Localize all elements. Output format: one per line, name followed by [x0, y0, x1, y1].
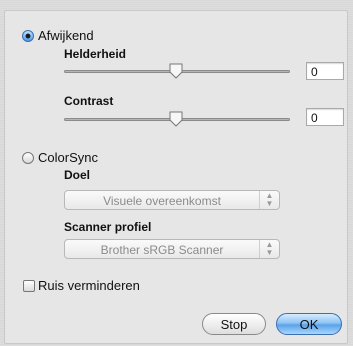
target-label: Doel	[64, 168, 91, 182]
custom-radio[interactable]	[22, 30, 34, 42]
popup-arrows-icon: ▲ ▼	[259, 191, 279, 209]
settings-panel	[4, 10, 348, 344]
popup-arrows-icon: ▲ ▼	[259, 240, 279, 258]
noise-reduction-label: Ruis verminderen	[38, 278, 140, 293]
scanner-profile-popup[interactable]: Brother sRGB Scanner ▲ ▼	[64, 239, 280, 259]
custom-radio-label: Afwijkend	[38, 28, 94, 43]
contrast-value-field[interactable]: 0	[306, 108, 344, 126]
contrast-label: Contrast	[64, 94, 114, 108]
target-popup[interactable]: Visuele overeenkomst ▲ ▼	[64, 190, 280, 210]
stop-button[interactable]: Stop	[202, 313, 266, 335]
brightness-value-field[interactable]: 0	[306, 62, 344, 80]
colorsync-radio-label: ColorSync	[38, 150, 98, 165]
scanner-profile-popup-value: Brother sRGB Scanner	[100, 243, 224, 257]
brightness-slider-thumb[interactable]	[169, 63, 183, 79]
target-popup-value: Visuele overeenkomst	[103, 194, 221, 208]
noise-reduction-checkbox[interactable]	[23, 280, 35, 292]
dialog-window: Afwijkend Helderheid 0 Contrast 0 ColorS…	[0, 0, 353, 346]
scanner-profile-label: Scanner profiel	[64, 220, 152, 234]
contrast-slider-thumb[interactable]	[169, 111, 183, 127]
brightness-label: Helderheid	[64, 47, 127, 61]
colorsync-radio[interactable]	[22, 152, 34, 164]
ok-button[interactable]: OK	[276, 313, 342, 335]
